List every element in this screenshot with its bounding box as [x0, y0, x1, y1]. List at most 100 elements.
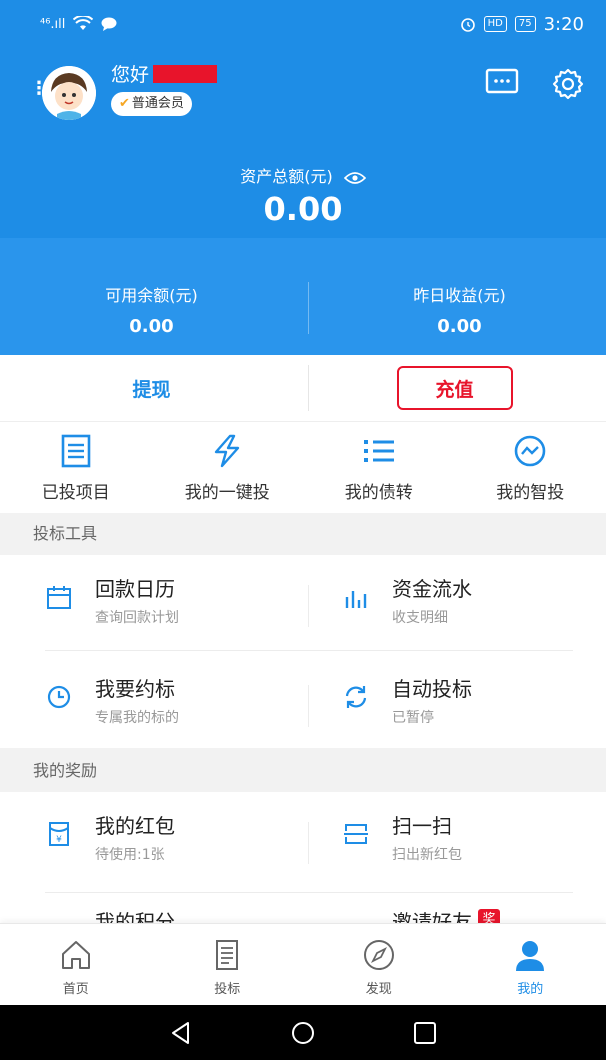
tab-label: 我的: [517, 982, 544, 997]
row-divider: [45, 892, 573, 893]
member-level-badge[interactable]: ✔ 普通会员: [111, 92, 192, 116]
available-balance: 可用余额(元) 0.00: [0, 282, 303, 337]
rewards-section-title: 我的奖励: [0, 750, 606, 792]
reward-invite-friends[interactable]: 邀请好友奖: [342, 898, 602, 923]
reward-points[interactable]: 我的积分: [45, 898, 305, 923]
status-time: 3:20: [543, 13, 584, 35]
row-divider: [45, 650, 573, 651]
yesterday-earnings: 昨日收益(元) 0.00: [308, 282, 606, 337]
quick-link-smart-invest[interactable]: 我的智投: [455, 422, 606, 513]
person-icon: [516, 941, 545, 971]
tool-title: 回款日历: [95, 577, 175, 601]
greeting-text: 您好: [111, 64, 150, 86]
cell-divider: [308, 585, 309, 627]
quick-link-invested-projects[interactable]: 已投项目: [0, 422, 152, 513]
avatar-illustration-icon: [42, 66, 96, 120]
rewards-panel: ¥ 我的红包 待使用:1张 扫一扫 扫出新红包 我的积分 邀请好友奖: [0, 792, 606, 923]
recharge-cell: 充值: [303, 355, 606, 421]
scan-icon: [344, 824, 368, 844]
withdraw-button[interactable]: 提现: [0, 355, 303, 421]
recents-square-icon[interactable]: [412, 1020, 438, 1046]
reward-title-wrap: 邀请好友奖: [392, 906, 500, 923]
tools-section-title: 投标工具: [0, 513, 606, 555]
status-right: HD 75 3:20: [460, 14, 584, 35]
reward-subtitle: 扫出新红包: [392, 847, 462, 863]
tool-title: 我要约标: [95, 677, 175, 701]
yesterday-earnings-value: 0.00: [437, 316, 482, 337]
list-document-icon: [61, 434, 91, 468]
tool-subtitle: 查询回款计划: [95, 610, 179, 626]
tools-panel: 回款日历 查询回款计划 资金流水 收支明细 我要约标 专属我的标的 自动投标 已…: [0, 555, 606, 748]
greeting: 您好: [111, 60, 218, 87]
quick-link-debt-transfer[interactable]: 我的债转: [303, 422, 455, 513]
redacted-username: [153, 64, 218, 83]
avatar[interactable]: [42, 66, 96, 120]
quick-links: 已投项目 我的一键投 我的债转 我的智投: [0, 421, 606, 513]
reward-title: 扫一扫: [392, 814, 452, 838]
reward-scan[interactable]: 扫一扫 扫出新红包: [342, 792, 602, 892]
status-left: ⁴⁶.ıll: [40, 16, 117, 32]
tool-title: 自动投标: [392, 677, 472, 701]
cell-divider: [308, 822, 309, 864]
tab-discover[interactable]: 发现: [303, 924, 455, 1005]
clock-icon: [47, 685, 71, 709]
calendar-icon: [47, 586, 71, 609]
home-circle-icon[interactable]: [290, 1020, 316, 1046]
bar-chart-icon: [345, 591, 367, 608]
quick-link-label: 已投项目: [41, 483, 110, 503]
tool-repayment-calendar[interactable]: 回款日历 查询回款计划: [45, 555, 305, 655]
quick-link-label: 我的智投: [496, 483, 565, 503]
svg-text:¥: ¥: [56, 835, 62, 845]
bottom-tab-bar: 首页 投标 发现 我的: [0, 923, 606, 1005]
settings-gear-icon[interactable]: [552, 68, 584, 100]
check-icon: ✔: [119, 96, 130, 111]
tab-label: 发现: [365, 982, 392, 997]
battery-icon: 75: [514, 16, 536, 32]
status-bar: ⁴⁶.ıll HD 75 3:20: [0, 0, 606, 48]
eye-toggle-icon[interactable]: [343, 171, 366, 185]
total-assets-label: 资产总额(元): [0, 163, 606, 187]
recharge-button[interactable]: 充值: [396, 366, 513, 410]
quick-link-label: 我的债转: [344, 483, 413, 503]
message-icon[interactable]: [485, 68, 519, 96]
total-assets-label-text: 资产总额(元): [240, 167, 333, 186]
tab-bid[interactable]: 投标: [152, 924, 304, 1005]
tool-fund-flow[interactable]: 资金流水 收支明细: [342, 555, 602, 655]
reward-badge: 奖: [478, 909, 500, 923]
reward-red-envelope[interactable]: ¥ 我的红包 待使用:1张: [45, 792, 305, 892]
reward-title: 我的积分: [95, 910, 175, 923]
system-navigation-bar: [0, 1005, 606, 1060]
tool-reserve-bid[interactable]: 我要约标 专属我的标的: [45, 655, 305, 755]
account-header: ⁴⁶.ıll HD 75 3:20 ⋮ 您好 ✔ 普通会员 资产总额(元) 0.…: [0, 0, 606, 355]
tab-mine[interactable]: 我的: [455, 924, 606, 1005]
compass-icon: [363, 940, 394, 970]
account-actions: 提现 充值: [0, 355, 606, 421]
member-level-label: 普通会员: [131, 96, 184, 111]
signal-indicator: ⁴⁶.ıll: [40, 16, 66, 32]
tab-label: 投标: [214, 982, 241, 997]
bullet-list-icon: [363, 440, 394, 462]
back-icon[interactable]: [168, 1020, 194, 1046]
chat-bubble-icon: [101, 17, 117, 31]
tool-subtitle: 专属我的标的: [95, 710, 179, 726]
tab-home[interactable]: 首页: [0, 924, 152, 1005]
available-balance-value: 0.00: [129, 316, 174, 337]
wifi-icon: [73, 16, 94, 30]
hd-indicator: HD: [483, 16, 507, 32]
tool-title: 资金流水: [392, 577, 472, 601]
yesterday-earnings-label: 昨日收益(元): [413, 286, 506, 305]
reward-title: 我的红包: [95, 814, 175, 838]
trend-circle-icon: [514, 435, 546, 467]
home-icon: [61, 941, 90, 969]
reward-subtitle: 待使用:1张: [95, 847, 165, 863]
lightning-icon: [215, 434, 240, 468]
action-divider: [308, 365, 309, 411]
document-icon: [216, 940, 239, 970]
red-envelope-icon: ¥: [49, 822, 69, 846]
quick-link-label: 我的一键投: [184, 483, 270, 503]
total-assets-value: 0.00: [263, 190, 343, 228]
cell-divider: [308, 685, 309, 727]
quick-link-one-click-invest[interactable]: 我的一键投: [152, 422, 304, 513]
tool-auto-bid[interactable]: 自动投标 已暂停: [342, 655, 602, 755]
alarm-icon: [460, 18, 475, 32]
